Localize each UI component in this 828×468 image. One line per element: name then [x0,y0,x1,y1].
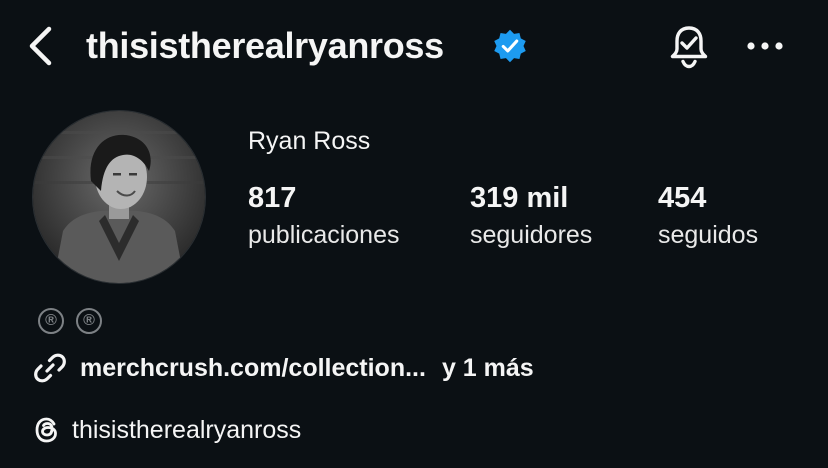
stat-posts-value: 817 [248,182,297,214]
bio-link[interactable]: merchcrush.com/collection... y 1 más [32,350,534,386]
bio-symbols: ® ® [38,308,102,334]
stat-posts[interactable]: 817 publicaciones [248,178,400,252]
more-horizontal-icon [747,42,783,50]
registered-symbol: ® [38,308,64,334]
threads-icon [35,417,57,443]
stat-posts-label: publicaciones [248,221,400,249]
threads-link[interactable]: thisistherealryanross [32,412,301,448]
profile-avatar[interactable] [32,110,206,284]
back-button[interactable] [20,24,60,68]
threads-handle: thisistherealryanross [72,416,302,444]
profile-screen: thisistherealryanross Ryan Ross 817 publ… [0,0,828,468]
profile-header: thisistherealryanross [0,0,828,92]
stat-followers[interactable]: 319 mil seguidores [470,178,592,252]
bell-check-icon [670,26,708,69]
chevron-left-icon [29,26,52,66]
stat-following[interactable]: 454 seguidos [658,178,758,252]
link-icon [34,353,66,383]
profile-username: thisistherealryanross [86,25,444,66]
avatar-photo [33,111,205,283]
more-options-button[interactable] [740,26,790,66]
stat-followers-label: seguidores [470,221,593,249]
notifications-button[interactable] [666,22,712,70]
stat-followers-value: 319 mil [470,182,569,214]
stat-following-value: 454 [658,182,707,214]
bio-link-more: y 1 más [441,354,534,382]
bio-link-text: merchcrush.com/collection... [80,354,426,382]
stat-following-label: seguidos [658,221,759,249]
display-name: Ryan Ross [248,127,371,155]
verified-badge-icon [494,29,526,63]
registered-symbol: ® [76,308,102,334]
